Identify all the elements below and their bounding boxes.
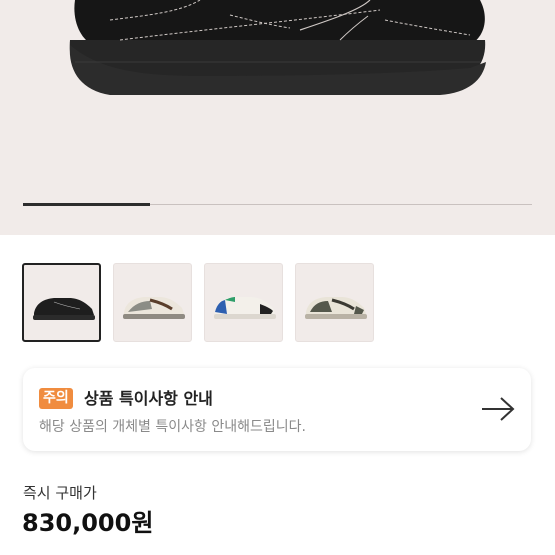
thumbnail-strip: [22, 263, 374, 342]
thumbnail-olive-sneaker[interactable]: [295, 263, 374, 342]
black-sneaker-image: [69, 0, 487, 95]
carousel-progress-fill: [23, 203, 151, 206]
thumbnail-blue-accent-sneaker[interactable]: [204, 263, 283, 342]
arrow-right-icon[interactable]: [480, 396, 516, 422]
instant-purchase-price: 830,000원: [22, 509, 154, 537]
notice-title: 상품 특이사항 안내: [84, 389, 213, 408]
thumbnail-black-sneaker[interactable]: [22, 263, 101, 342]
product-image-carousel[interactable]: [0, 0, 555, 235]
instant-purchase-label: 즉시 구매가: [23, 484, 97, 502]
product-notice-card[interactable]: 주의 상품 특이사항 안내 해당 상품의 개체별 특이사항 안내해드립니다.: [23, 368, 531, 451]
caution-badge: 주의: [39, 388, 73, 409]
thumbnail-sail-brown-sneaker[interactable]: [113, 263, 192, 342]
notice-description: 해당 상품의 개체별 특이사항 안내해드립니다.: [39, 419, 306, 435]
